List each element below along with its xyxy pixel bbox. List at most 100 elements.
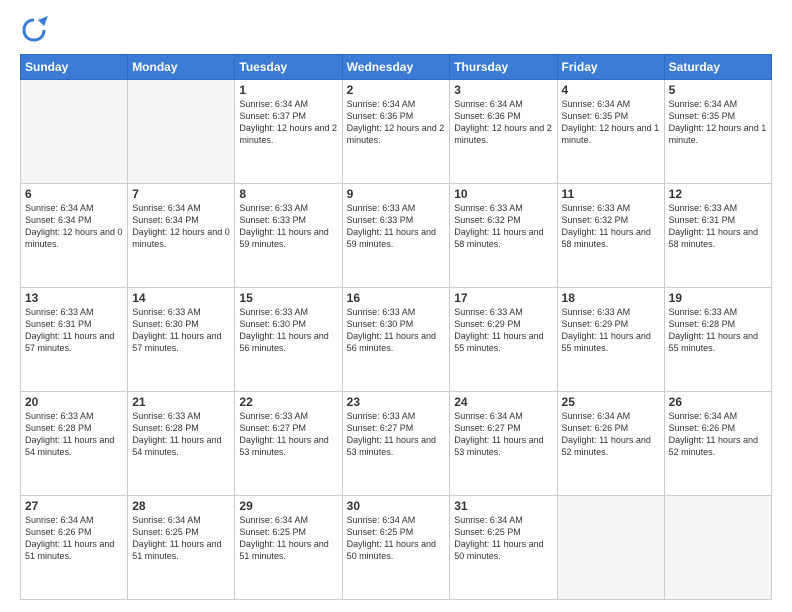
day-cell: 24Sunrise: 6:34 AMSunset: 6:27 PMDayligh… xyxy=(450,392,557,496)
day-number: 23 xyxy=(347,395,446,409)
week-row-1: 6Sunrise: 6:34 AMSunset: 6:34 PMDaylight… xyxy=(21,184,772,288)
day-number: 11 xyxy=(562,187,660,201)
day-cell: 7Sunrise: 6:34 AMSunset: 6:34 PMDaylight… xyxy=(128,184,235,288)
day-info: Sunrise: 6:34 AMSunset: 6:25 PMDaylight:… xyxy=(132,514,230,563)
day-cell: 1Sunrise: 6:34 AMSunset: 6:37 PMDaylight… xyxy=(235,80,342,184)
day-cell: 30Sunrise: 6:34 AMSunset: 6:25 PMDayligh… xyxy=(342,496,450,600)
day-number: 21 xyxy=(132,395,230,409)
day-info: Sunrise: 6:33 AMSunset: 6:33 PMDaylight:… xyxy=(239,202,337,251)
day-number: 28 xyxy=(132,499,230,513)
day-number: 10 xyxy=(454,187,552,201)
day-info: Sunrise: 6:34 AMSunset: 6:25 PMDaylight:… xyxy=(347,514,446,563)
day-number: 8 xyxy=(239,187,337,201)
day-info: Sunrise: 6:33 AMSunset: 6:27 PMDaylight:… xyxy=(347,410,446,459)
day-number: 16 xyxy=(347,291,446,305)
day-info: Sunrise: 6:33 AMSunset: 6:32 PMDaylight:… xyxy=(562,202,660,251)
day-cell xyxy=(21,80,128,184)
day-number: 26 xyxy=(669,395,767,409)
day-info: Sunrise: 6:34 AMSunset: 6:26 PMDaylight:… xyxy=(562,410,660,459)
day-info: Sunrise: 6:33 AMSunset: 6:30 PMDaylight:… xyxy=(239,306,337,355)
day-number: 15 xyxy=(239,291,337,305)
day-info: Sunrise: 6:34 AMSunset: 6:34 PMDaylight:… xyxy=(132,202,230,251)
col-header-sunday: Sunday xyxy=(21,55,128,80)
day-cell: 20Sunrise: 6:33 AMSunset: 6:28 PMDayligh… xyxy=(21,392,128,496)
day-cell: 29Sunrise: 6:34 AMSunset: 6:25 PMDayligh… xyxy=(235,496,342,600)
day-number: 24 xyxy=(454,395,552,409)
day-info: Sunrise: 6:34 AMSunset: 6:35 PMDaylight:… xyxy=(562,98,660,147)
day-cell: 10Sunrise: 6:33 AMSunset: 6:32 PMDayligh… xyxy=(450,184,557,288)
day-cell xyxy=(557,496,664,600)
day-info: Sunrise: 6:33 AMSunset: 6:29 PMDaylight:… xyxy=(454,306,552,355)
day-cell: 25Sunrise: 6:34 AMSunset: 6:26 PMDayligh… xyxy=(557,392,664,496)
day-info: Sunrise: 6:34 AMSunset: 6:36 PMDaylight:… xyxy=(454,98,552,147)
day-number: 25 xyxy=(562,395,660,409)
day-info: Sunrise: 6:33 AMSunset: 6:31 PMDaylight:… xyxy=(25,306,123,355)
header xyxy=(20,16,772,44)
day-number: 19 xyxy=(669,291,767,305)
day-cell: 22Sunrise: 6:33 AMSunset: 6:27 PMDayligh… xyxy=(235,392,342,496)
col-header-tuesday: Tuesday xyxy=(235,55,342,80)
day-number: 20 xyxy=(25,395,123,409)
day-number: 12 xyxy=(669,187,767,201)
day-cell xyxy=(664,496,771,600)
day-number: 3 xyxy=(454,83,552,97)
day-info: Sunrise: 6:34 AMSunset: 6:34 PMDaylight:… xyxy=(25,202,123,251)
day-cell: 13Sunrise: 6:33 AMSunset: 6:31 PMDayligh… xyxy=(21,288,128,392)
day-number: 5 xyxy=(669,83,767,97)
day-info: Sunrise: 6:34 AMSunset: 6:26 PMDaylight:… xyxy=(669,410,767,459)
day-number: 1 xyxy=(239,83,337,97)
day-number: 6 xyxy=(25,187,123,201)
col-header-monday: Monday xyxy=(128,55,235,80)
day-number: 18 xyxy=(562,291,660,305)
day-cell: 8Sunrise: 6:33 AMSunset: 6:33 PMDaylight… xyxy=(235,184,342,288)
day-info: Sunrise: 6:33 AMSunset: 6:28 PMDaylight:… xyxy=(669,306,767,355)
day-cell: 3Sunrise: 6:34 AMSunset: 6:36 PMDaylight… xyxy=(450,80,557,184)
logo xyxy=(20,16,52,44)
col-header-thursday: Thursday xyxy=(450,55,557,80)
day-cell: 16Sunrise: 6:33 AMSunset: 6:30 PMDayligh… xyxy=(342,288,450,392)
day-cell: 6Sunrise: 6:34 AMSunset: 6:34 PMDaylight… xyxy=(21,184,128,288)
day-info: Sunrise: 6:33 AMSunset: 6:33 PMDaylight:… xyxy=(347,202,446,251)
day-cell: 5Sunrise: 6:34 AMSunset: 6:35 PMDaylight… xyxy=(664,80,771,184)
week-row-3: 20Sunrise: 6:33 AMSunset: 6:28 PMDayligh… xyxy=(21,392,772,496)
page: SundayMondayTuesdayWednesdayThursdayFrid… xyxy=(0,0,792,612)
day-info: Sunrise: 6:33 AMSunset: 6:29 PMDaylight:… xyxy=(562,306,660,355)
day-cell: 26Sunrise: 6:34 AMSunset: 6:26 PMDayligh… xyxy=(664,392,771,496)
day-info: Sunrise: 6:33 AMSunset: 6:27 PMDaylight:… xyxy=(239,410,337,459)
day-cell: 18Sunrise: 6:33 AMSunset: 6:29 PMDayligh… xyxy=(557,288,664,392)
day-info: Sunrise: 6:34 AMSunset: 6:36 PMDaylight:… xyxy=(347,98,446,147)
day-cell: 19Sunrise: 6:33 AMSunset: 6:28 PMDayligh… xyxy=(664,288,771,392)
col-header-saturday: Saturday xyxy=(664,55,771,80)
day-info: Sunrise: 6:33 AMSunset: 6:31 PMDaylight:… xyxy=(669,202,767,251)
day-number: 31 xyxy=(454,499,552,513)
col-header-friday: Friday xyxy=(557,55,664,80)
day-cell: 12Sunrise: 6:33 AMSunset: 6:31 PMDayligh… xyxy=(664,184,771,288)
calendar: SundayMondayTuesdayWednesdayThursdayFrid… xyxy=(20,54,772,600)
day-info: Sunrise: 6:34 AMSunset: 6:26 PMDaylight:… xyxy=(25,514,123,563)
day-cell: 11Sunrise: 6:33 AMSunset: 6:32 PMDayligh… xyxy=(557,184,664,288)
day-info: Sunrise: 6:34 AMSunset: 6:25 PMDaylight:… xyxy=(239,514,337,563)
day-info: Sunrise: 6:33 AMSunset: 6:32 PMDaylight:… xyxy=(454,202,552,251)
day-info: Sunrise: 6:33 AMSunset: 6:28 PMDaylight:… xyxy=(132,410,230,459)
calendar-header-row: SundayMondayTuesdayWednesdayThursdayFrid… xyxy=(21,55,772,80)
week-row-2: 13Sunrise: 6:33 AMSunset: 6:31 PMDayligh… xyxy=(21,288,772,392)
day-number: 4 xyxy=(562,83,660,97)
day-info: Sunrise: 6:33 AMSunset: 6:28 PMDaylight:… xyxy=(25,410,123,459)
logo-icon xyxy=(20,16,48,44)
day-number: 13 xyxy=(25,291,123,305)
day-info: Sunrise: 6:34 AMSunset: 6:25 PMDaylight:… xyxy=(454,514,552,563)
day-info: Sunrise: 6:34 AMSunset: 6:27 PMDaylight:… xyxy=(454,410,552,459)
week-row-0: 1Sunrise: 6:34 AMSunset: 6:37 PMDaylight… xyxy=(21,80,772,184)
day-number: 29 xyxy=(239,499,337,513)
day-cell: 2Sunrise: 6:34 AMSunset: 6:36 PMDaylight… xyxy=(342,80,450,184)
day-info: Sunrise: 6:34 AMSunset: 6:35 PMDaylight:… xyxy=(669,98,767,147)
day-number: 27 xyxy=(25,499,123,513)
day-cell: 31Sunrise: 6:34 AMSunset: 6:25 PMDayligh… xyxy=(450,496,557,600)
day-number: 17 xyxy=(454,291,552,305)
day-number: 7 xyxy=(132,187,230,201)
day-number: 9 xyxy=(347,187,446,201)
day-cell: 23Sunrise: 6:33 AMSunset: 6:27 PMDayligh… xyxy=(342,392,450,496)
day-cell: 28Sunrise: 6:34 AMSunset: 6:25 PMDayligh… xyxy=(128,496,235,600)
day-cell: 27Sunrise: 6:34 AMSunset: 6:26 PMDayligh… xyxy=(21,496,128,600)
day-cell: 17Sunrise: 6:33 AMSunset: 6:29 PMDayligh… xyxy=(450,288,557,392)
